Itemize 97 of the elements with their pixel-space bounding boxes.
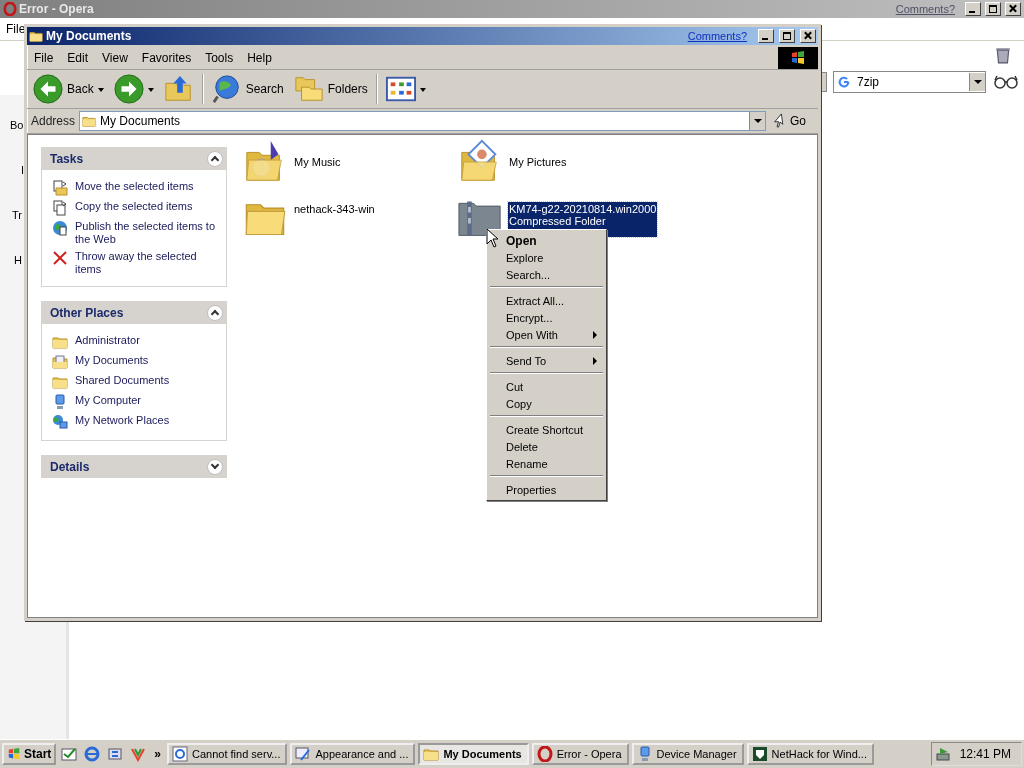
delete-icon <box>52 250 68 266</box>
panel-header[interactable]: Other Places <box>41 301 227 324</box>
back-button[interactable]: Back <box>31 74 106 104</box>
forward-button[interactable] <box>111 74 156 104</box>
menu-item[interactable]: Encrypt... <box>488 309 605 326</box>
menu-item[interactable]: File <box>6 22 26 36</box>
menu-item[interactable]: Search... <box>488 266 605 283</box>
task-link[interactable]: Publish the selected items to the Web <box>75 220 220 246</box>
display-icon <box>295 746 312 762</box>
taskbar-button[interactable]: Appearance and ... <box>290 743 416 765</box>
folder-icon <box>52 334 68 350</box>
file-label[interactable]: My Pictures <box>508 155 568 169</box>
menu-item[interactable]: Send To <box>488 352 605 369</box>
windows-logo-icon <box>7 747 21 761</box>
view-grid-icon <box>385 74 416 104</box>
browser-icon <box>172 746 189 762</box>
minimize-button[interactable] <box>965 2 981 16</box>
window-title: My Documents <box>46 29 132 43</box>
sidebar-label[interactable]: I <box>21 164 25 176</box>
close-button[interactable] <box>800 29 816 43</box>
collapse-button[interactable] <box>207 150 223 167</box>
opera-icon <box>3 2 17 16</box>
menu-item[interactable]: Create Shortcut <box>488 421 605 438</box>
restore-button[interactable] <box>985 2 1001 16</box>
folder-icon <box>29 29 43 43</box>
collapse-button[interactable] <box>207 304 223 321</box>
dropdown-button[interactable] <box>749 112 765 130</box>
address-field[interactable]: My Documents <box>79 111 766 131</box>
copy-icon <box>52 200 68 216</box>
maximize-button[interactable] <box>779 29 795 43</box>
task-link[interactable]: Throw away the selected items <box>75 250 220 276</box>
search-engine-icon <box>837 75 851 89</box>
window-title: Error - Opera <box>19 2 94 16</box>
menu-item[interactable]: Explore <box>488 249 605 266</box>
task-link[interactable]: Copy the selected items <box>75 200 193 213</box>
documents-folder-icon <box>52 354 68 370</box>
task-link[interactable]: Move the selected items <box>75 180 194 193</box>
menu-item[interactable]: File <box>27 51 61 65</box>
windows-logo-icon <box>790 50 806 66</box>
taskbar-button[interactable]: Error - Opera <box>531 743 629 765</box>
comments-link[interactable]: Comments? <box>687 30 747 42</box>
panel-header[interactable]: Details <box>41 455 227 478</box>
task-link[interactable]: My Network Places <box>75 414 170 427</box>
chevron-button[interactable]: » <box>154 747 162 761</box>
sidebar-label[interactable]: Bo <box>10 119 24 131</box>
menu-item[interactable]: Properties <box>488 481 605 498</box>
network-icon <box>52 414 68 430</box>
glasses-icon <box>994 74 1018 90</box>
menu-item[interactable]: Delete <box>488 438 605 455</box>
folders-icon <box>293 74 324 104</box>
menu-item[interactable]: Cut <box>488 378 605 395</box>
folder-up-icon <box>163 74 194 104</box>
menu-item[interactable]: Open With <box>488 326 605 343</box>
minimize-button[interactable] <box>758 29 774 43</box>
browser-icon <box>84 746 101 762</box>
menu-item[interactable]: View <box>95 51 135 65</box>
menu-item[interactable]: Extract All... <box>488 292 605 309</box>
comments-link[interactable]: Comments? <box>895 3 955 15</box>
panel-header[interactable]: Tasks <box>41 147 227 170</box>
search-field[interactable]: 7zip <box>833 71 986 93</box>
sidebar-label[interactable]: H <box>14 254 22 266</box>
search-icon <box>211 74 242 104</box>
expand-button[interactable] <box>207 458 223 475</box>
taskbar-button[interactable]: NetHack for Wind... <box>746 743 874 765</box>
folders-button[interactable]: Folders <box>291 74 370 104</box>
sidebar-label[interactable]: Tr <box>12 209 22 221</box>
taskbar-button[interactable]: Device Manager <box>631 743 744 765</box>
file-label[interactable]: My Music <box>293 155 342 169</box>
folder-icon <box>52 374 68 390</box>
globe-icon <box>52 220 68 236</box>
file-label[interactable]: nethack-343-win <box>293 202 376 216</box>
opera-icon <box>536 746 553 762</box>
task-link[interactable]: Administrator <box>75 334 140 347</box>
task-link[interactable]: Shared Documents <box>75 374 170 387</box>
menu-item[interactable]: Help <box>240 51 279 65</box>
menu-item[interactable]: Edit <box>60 51 96 65</box>
close-button[interactable] <box>1005 2 1021 16</box>
taskbar-button[interactable]: My Documents <box>418 743 529 765</box>
menu-item[interactable]: Favorites <box>134 51 199 65</box>
folder-icon <box>423 746 440 762</box>
menu-item[interactable]: Copy <box>488 395 605 412</box>
go-button[interactable]: Go <box>770 114 814 128</box>
search-button[interactable]: Search <box>209 74 286 104</box>
trash-icon <box>994 46 1012 64</box>
dropdown-button[interactable] <box>969 73 985 91</box>
task-link[interactable]: My Computer <box>75 394 142 407</box>
address-label: Address <box>31 114 76 128</box>
views-button[interactable] <box>383 74 428 104</box>
folder-icon <box>82 114 97 128</box>
menu-item[interactable]: Rename <box>488 455 605 472</box>
task-link[interactable]: My Documents <box>75 354 149 367</box>
move-icon <box>52 180 68 196</box>
menu-item[interactable]: Tools <box>198 51 241 65</box>
taskbar-button[interactable]: Cannot find serv... <box>167 743 288 765</box>
computer-icon <box>52 394 68 410</box>
start-button[interactable]: Start <box>2 743 57 765</box>
clock: 12:41 PM <box>959 747 1011 761</box>
